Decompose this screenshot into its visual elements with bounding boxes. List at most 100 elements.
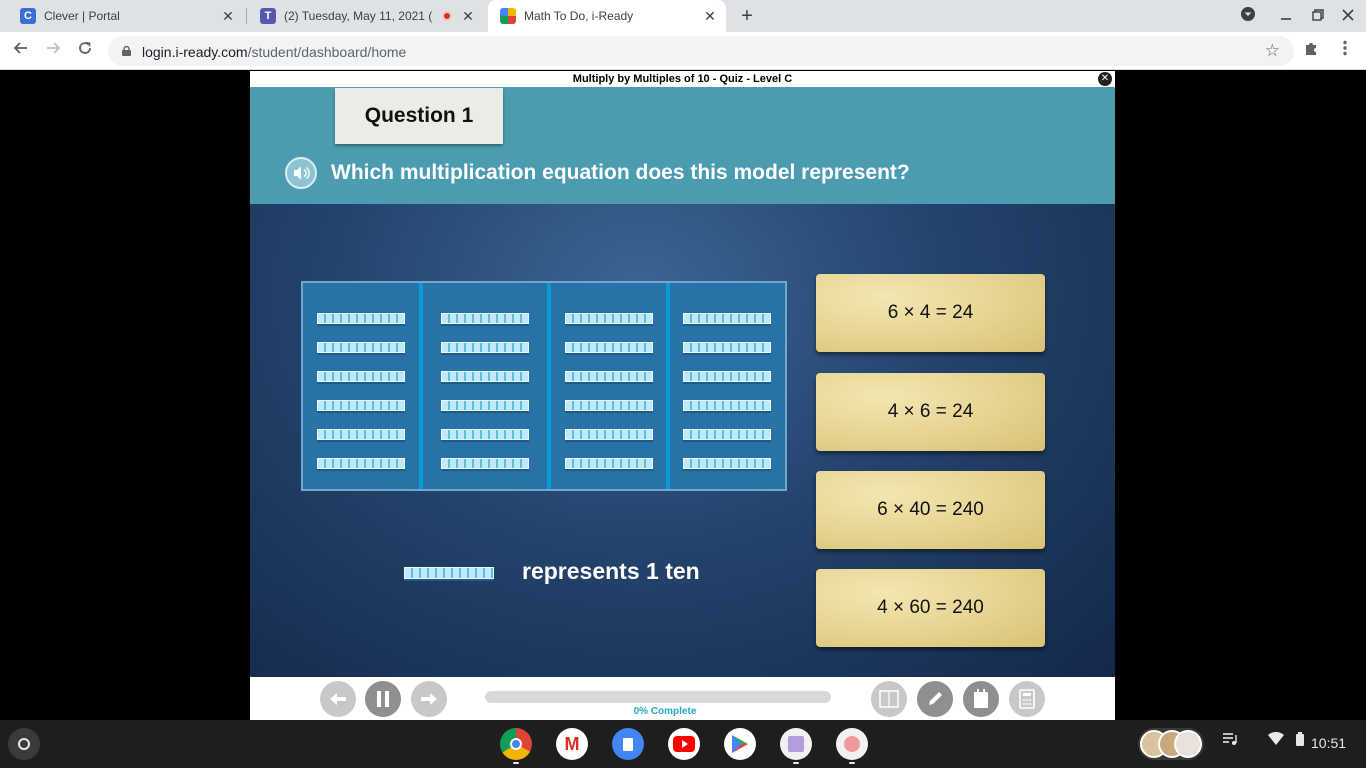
app-icon-2[interactable] xyxy=(836,728,868,760)
activity-title: Multiply by Multiples of 10 - Quiz - Lev… xyxy=(250,71,1115,87)
launcher-icon[interactable] xyxy=(8,728,40,760)
pencil-icon[interactable] xyxy=(917,681,953,717)
answer-option-3[interactable]: 6 × 40 = 240 xyxy=(816,471,1045,549)
ten-rod xyxy=(683,429,771,440)
close-window-icon[interactable] xyxy=(1338,6,1358,26)
ten-rod xyxy=(317,400,405,411)
lock-icon xyxy=(122,46,131,56)
reload-icon[interactable] xyxy=(74,40,96,62)
extensions-puzzle-icon[interactable] xyxy=(1300,40,1322,62)
clock[interactable]: 10:51 xyxy=(1311,735,1346,751)
tote-holding-space[interactable] xyxy=(1138,728,1204,760)
column-divider xyxy=(419,283,423,489)
glossary-icon[interactable] xyxy=(871,681,907,717)
tab-strip: C Clever | Portal ✕ T (2) Tuesday, May 1… xyxy=(0,0,1366,32)
ten-rod xyxy=(441,313,529,324)
close-activity-icon[interactable]: ✕ xyxy=(1098,72,1112,86)
tab-title: (2) Tuesday, May 11, 2021 ( xyxy=(284,9,433,23)
docs-icon[interactable] xyxy=(612,728,644,760)
bookmark-star-icon[interactable]: ☆ xyxy=(1265,41,1280,61)
legend-text: represents 1 ten xyxy=(522,558,700,584)
minimize-icon[interactable] xyxy=(1276,6,1296,26)
ten-rod xyxy=(683,342,771,353)
ten-rod xyxy=(565,371,653,382)
progress-label: 0% Complete xyxy=(633,706,697,717)
column-divider xyxy=(666,283,670,489)
address-bar[interactable]: login.i-ready.com/student/dashboard/home… xyxy=(108,36,1294,66)
playlist-icon[interactable] xyxy=(1220,732,1240,752)
youtube-icon[interactable] xyxy=(668,728,700,760)
gmail-icon[interactable]: M xyxy=(556,728,588,760)
tab-search-icon[interactable] xyxy=(1238,6,1258,26)
tab-teams[interactable]: T (2) Tuesday, May 11, 2021 ( ✕ xyxy=(248,0,484,32)
tab-iready[interactable]: Math To Do, i-Ready ✕ xyxy=(488,0,726,32)
close-tab-icon[interactable]: ✕ xyxy=(460,8,476,24)
progress-bar xyxy=(485,691,831,703)
url-path: /student/dashboard/home xyxy=(247,44,407,60)
tab-clever[interactable]: C Clever | Portal ✕ xyxy=(8,0,244,32)
answer-option-4[interactable]: 4 × 60 = 240 xyxy=(816,569,1045,647)
close-tab-icon[interactable]: ✕ xyxy=(220,8,236,24)
wifi-icon[interactable] xyxy=(1266,731,1286,752)
ten-rod xyxy=(441,342,529,353)
previous-arrow-icon[interactable] xyxy=(320,681,356,717)
speaker-icon[interactable] xyxy=(285,157,317,189)
question-number-label: Question 1 xyxy=(335,88,503,144)
ten-rod xyxy=(683,400,771,411)
app-icon-1[interactable] xyxy=(780,728,812,760)
os-shelf: M 10:51 xyxy=(0,720,1366,768)
ten-rod xyxy=(317,458,405,469)
ten-rod xyxy=(565,429,653,440)
restore-icon[interactable] xyxy=(1308,6,1328,26)
url-host: login.i-ready.com xyxy=(142,44,248,60)
ten-rod xyxy=(441,458,529,469)
answer-option-2[interactable]: 4 × 6 = 24 xyxy=(816,373,1045,451)
url-text: login.i-ready.com/student/dashboard/home xyxy=(142,44,406,60)
iready-icon xyxy=(500,8,516,24)
ten-rod xyxy=(441,429,529,440)
recording-icon xyxy=(442,11,452,21)
notepad-icon[interactable] xyxy=(963,681,999,717)
ten-rod xyxy=(565,342,653,353)
ten-rod xyxy=(565,400,653,411)
ten-rod xyxy=(317,313,405,324)
teams-icon: T xyxy=(260,8,276,24)
ten-rod xyxy=(441,371,529,382)
avatar xyxy=(1174,730,1202,758)
tab-title: Math To Do, i-Ready xyxy=(524,9,634,23)
back-icon[interactable] xyxy=(10,40,32,62)
calculator-icon[interactable] xyxy=(1009,681,1045,717)
base-ten-model xyxy=(301,281,787,491)
question-text: Which multiplication equation does this … xyxy=(331,161,910,184)
ten-rod xyxy=(565,313,653,324)
running-indicator xyxy=(849,762,855,764)
battery-icon[interactable] xyxy=(1290,732,1310,752)
ten-rod xyxy=(317,342,405,353)
forward-icon[interactable] xyxy=(42,40,64,62)
question-header: Question 1 Which multiplication equation… xyxy=(250,87,1115,204)
ten-rod xyxy=(683,313,771,324)
tab-title: Clever | Portal xyxy=(44,9,120,23)
page-viewport: Multiply by Multiples of 10 - Quiz - Lev… xyxy=(0,71,1366,720)
running-indicator xyxy=(513,762,519,764)
tab-divider xyxy=(246,8,247,24)
play-store-icon[interactable] xyxy=(724,728,756,760)
activity-frame: Multiply by Multiples of 10 - Quiz - Lev… xyxy=(250,71,1115,720)
ten-rod xyxy=(683,458,771,469)
column-divider xyxy=(547,283,551,489)
new-tab-button[interactable]: + xyxy=(737,6,757,26)
answer-option-1[interactable]: 6 × 4 = 24 xyxy=(816,274,1045,352)
ten-rod xyxy=(317,429,405,440)
ten-rod-legend xyxy=(404,567,494,579)
ten-rod xyxy=(565,458,653,469)
chrome-icon[interactable] xyxy=(500,728,532,760)
next-arrow-icon[interactable] xyxy=(411,681,447,717)
browser-toolbar: login.i-ready.com/student/dashboard/home… xyxy=(0,32,1366,70)
kebab-menu-icon[interactable] xyxy=(1334,40,1356,62)
ten-rod xyxy=(317,371,405,382)
close-tab-icon[interactable]: ✕ xyxy=(702,8,718,24)
pause-icon[interactable] xyxy=(365,681,401,717)
ten-rod xyxy=(683,371,771,382)
clever-icon: C xyxy=(20,8,36,24)
running-indicator xyxy=(793,762,799,764)
